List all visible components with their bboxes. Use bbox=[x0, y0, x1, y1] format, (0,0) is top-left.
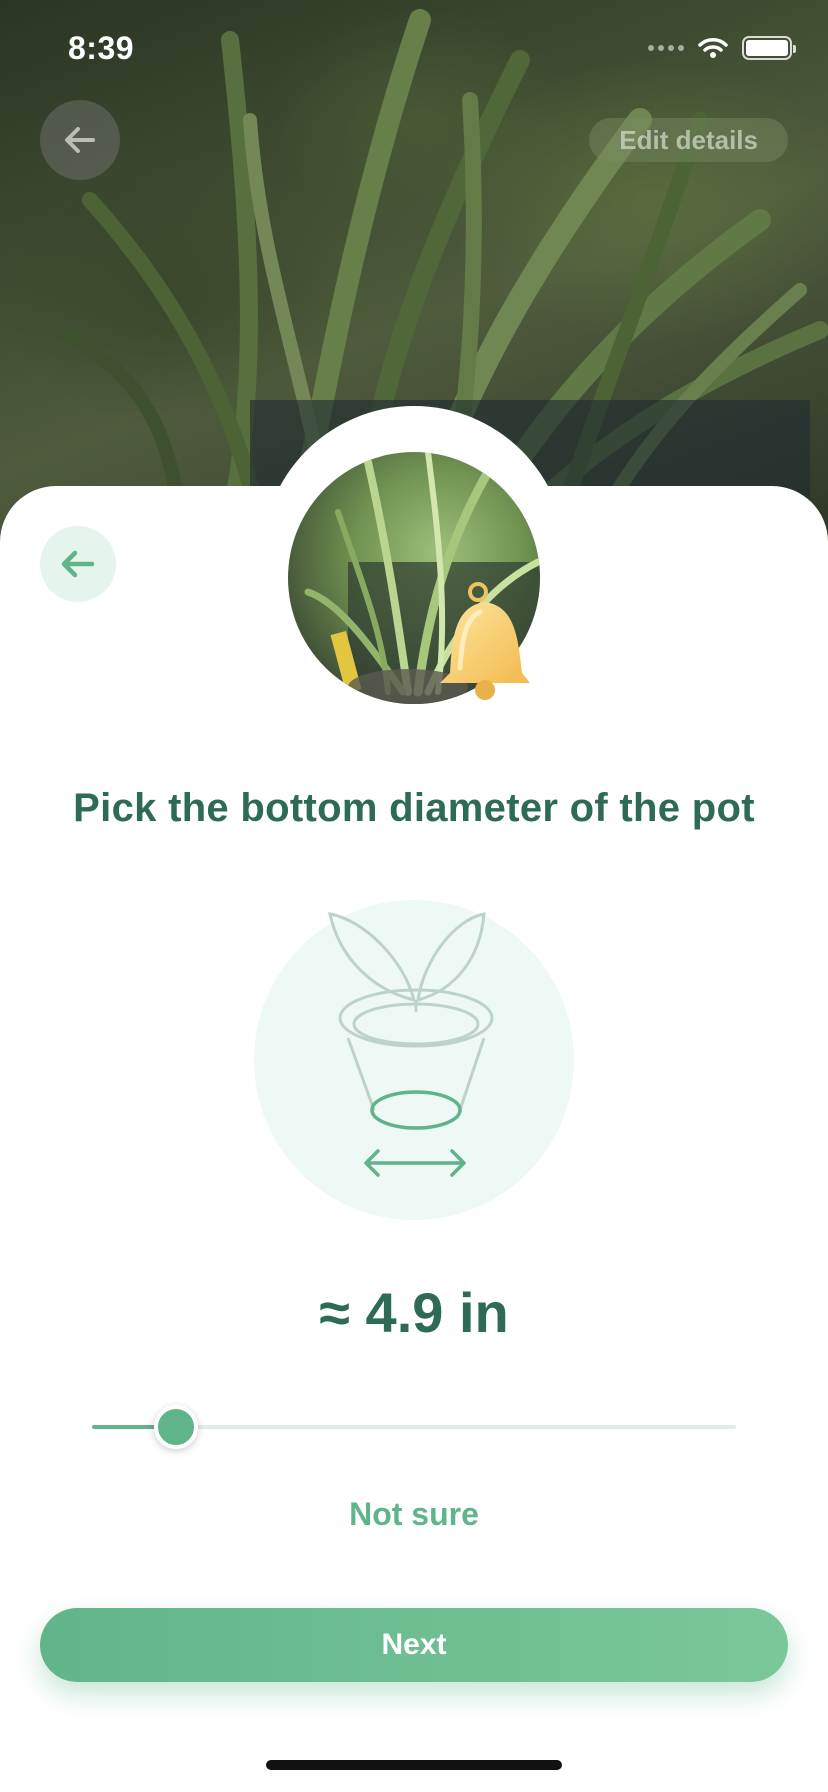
sheet-back-button[interactable] bbox=[40, 526, 116, 602]
not-sure-button[interactable]: Not sure bbox=[0, 1496, 828, 1533]
header-back-button[interactable] bbox=[40, 100, 120, 180]
page-title: Pick the bottom diameter of the pot bbox=[73, 786, 755, 830]
diameter-value: ≈ 4.9 in bbox=[319, 1281, 509, 1344]
pot-diameter-icon bbox=[254, 900, 574, 1220]
diameter-slider-thumb[interactable] bbox=[153, 1405, 198, 1449]
back-arrow-icon bbox=[65, 127, 95, 153]
next-button[interactable]: Next bbox=[40, 1608, 788, 1682]
status-time: 8:39 bbox=[68, 30, 135, 66]
battery-icon bbox=[742, 36, 796, 60]
bell-icon bbox=[440, 582, 530, 700]
home-indicator bbox=[266, 1760, 562, 1770]
edit-details-button[interactable]: Edit details bbox=[589, 118, 788, 162]
wifi-icon bbox=[698, 38, 728, 58]
status-bar: 8:39 bbox=[0, 0, 828, 100]
back-arrow-icon bbox=[61, 550, 95, 578]
status-icons bbox=[648, 36, 796, 60]
cellular-signal-icon bbox=[648, 45, 684, 51]
